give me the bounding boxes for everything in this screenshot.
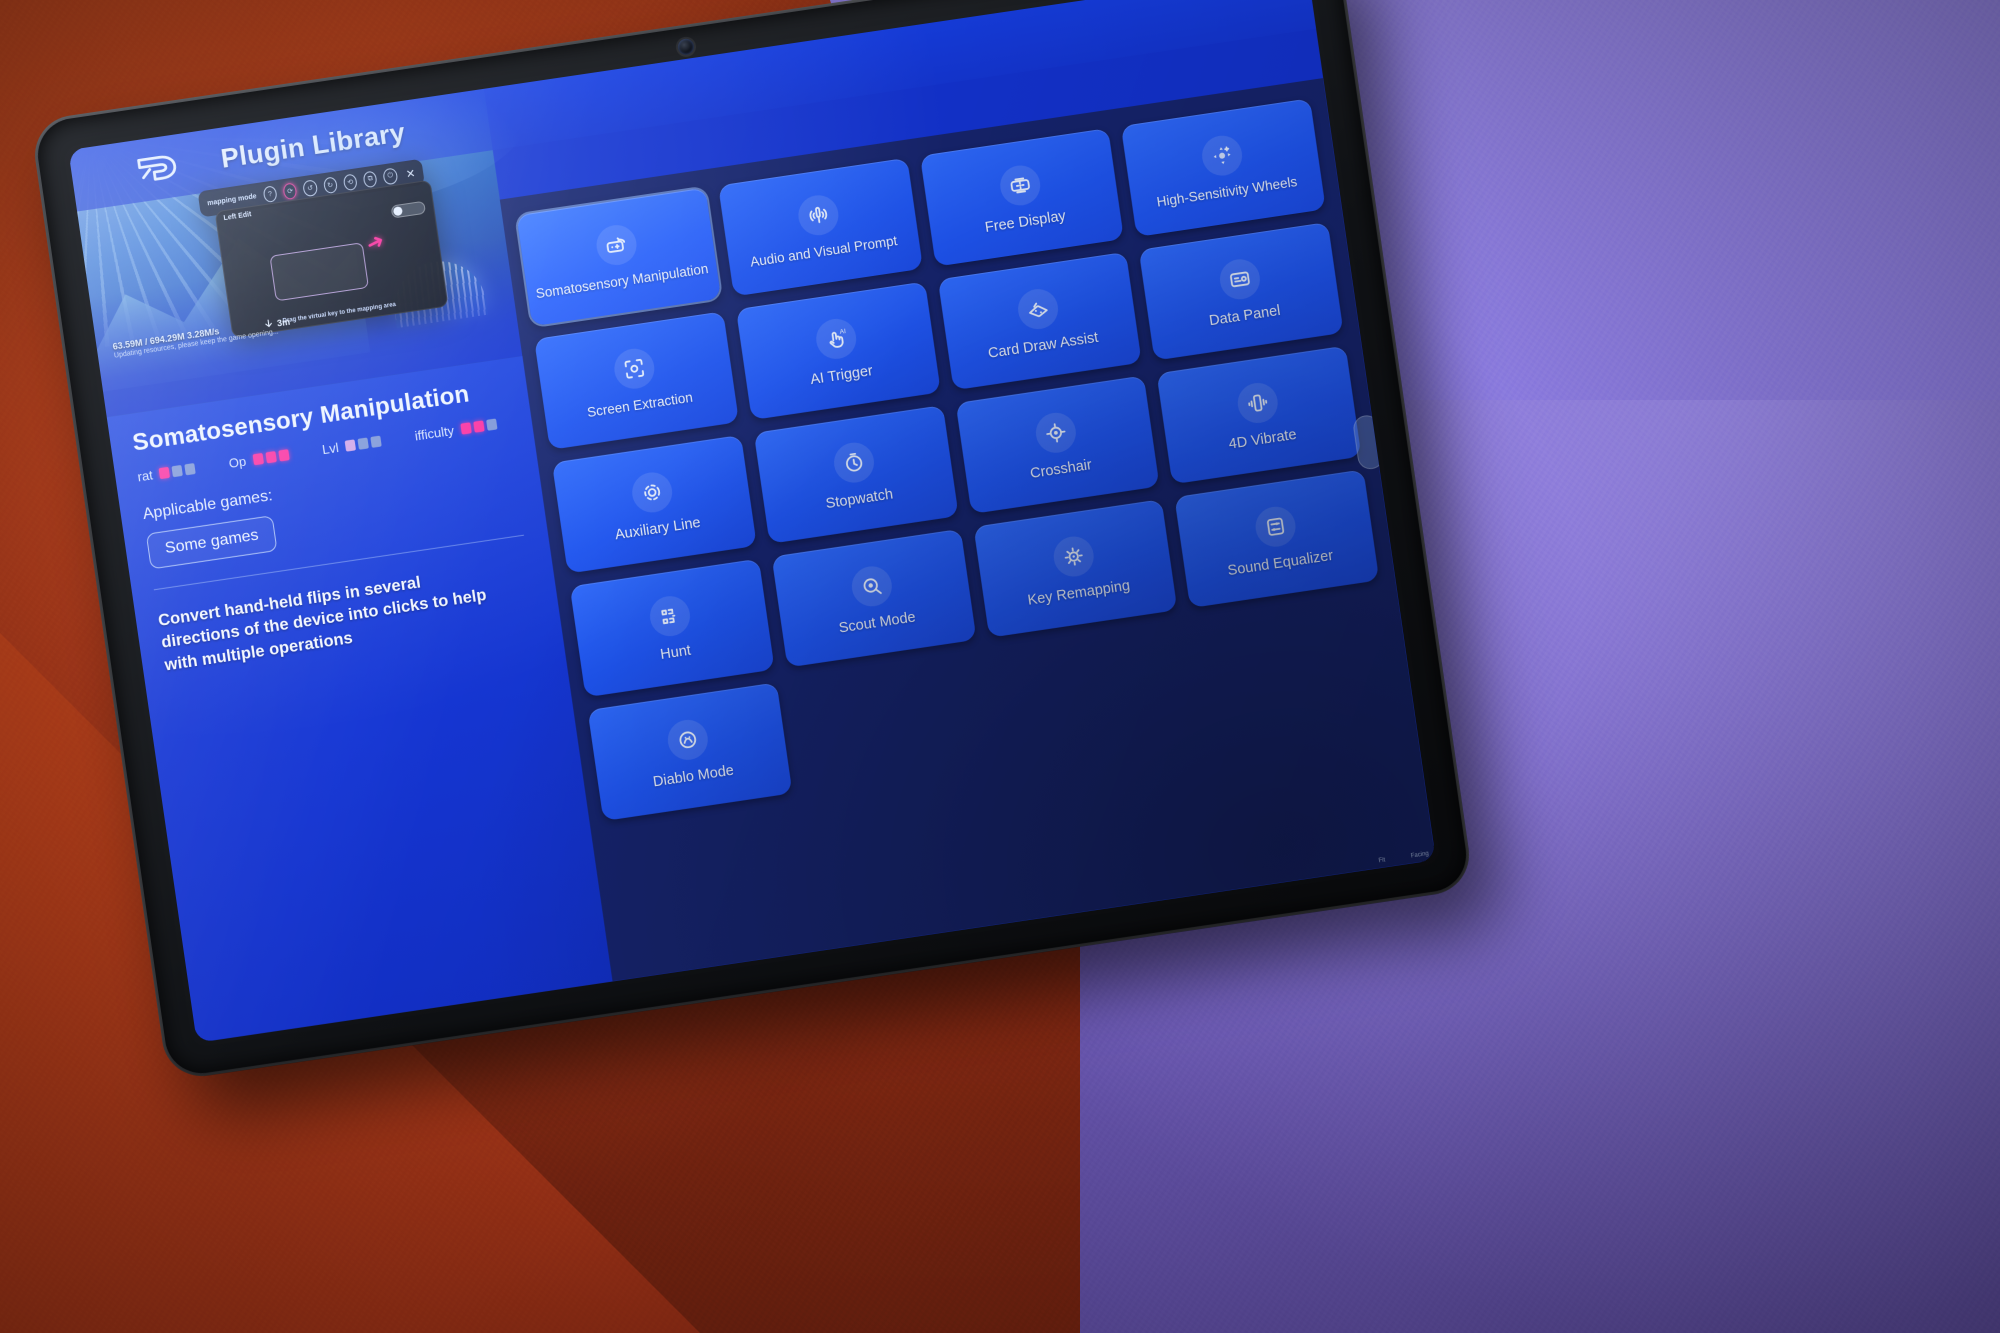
hunt-icon [647,592,693,639]
stat-label-1: Op [227,453,248,471]
redo-icon[interactable]: ↻ [322,176,338,195]
preview-toggle-switch[interactable] [390,200,427,219]
plugin-tile-label: Free Display [983,207,1067,236]
stat-label-0: rat [136,467,154,485]
audio-visual-icon [795,192,842,238]
plugin-tile-free-display[interactable]: Free Display [919,127,1125,267]
close-icon[interactable]: ✕ [405,166,416,180]
plugin-tile-label: High-Sensitivity Wheels [1155,174,1299,210]
rotate-icon[interactable]: ⟳ [282,182,298,201]
plugin-tile-label: Screen Extraction [586,389,694,421]
somatosensor-icon [594,222,640,268]
plugin-tile-label: AI Trigger [809,362,874,388]
stat-pips-1 [252,449,290,466]
plugin-tile-label: Somatosensory Manipulation [534,260,710,302]
plugin-tile-label: Scout Mode [837,608,917,637]
high-sensitivity-wheels-icon [1199,132,1245,179]
plugin-tile-label: Stopwatch [824,485,894,512]
plugin-tile-4d-vibrate[interactable]: 4D Vibrate [1156,345,1362,485]
crosshair-icon [1033,409,1079,456]
download-arrow-icon [265,319,272,328]
stat-label-3: ifficulty [413,422,455,444]
plugin-tile-label: Data Panel [1208,302,1282,329]
plugin-tile-label: Hunt [659,642,692,663]
stat-lvl: Lvl [321,434,382,458]
stat-difficulty: ifficulty [413,417,498,444]
diablo-mode-icon [665,716,711,763]
data-panel-icon [1216,256,1263,302]
plugin-tile-label: Audio and Visual Prompt [749,233,899,270]
plugin-tile-label: Crosshair [1029,456,1093,482]
key-remapping-icon [1050,533,1097,579]
free-display-icon [997,162,1043,208]
stat-pips-2 [344,435,382,452]
plugin-grid: Somatosensory Manipulation Audio and Visu… [516,98,1397,822]
plugin-tile-label: 4D Vibrate [1227,426,1298,453]
plugin-tile-stopwatch[interactable]: Stopwatch [753,405,959,544]
preview-panel-title: Left Edit [223,211,252,223]
plugin-tile-data-panel[interactable]: Data Panel [1138,221,1344,361]
plugin-tile-audio-and-visual-prompt[interactable]: Audio and Visual Prompt [717,157,923,297]
game-turbo-logo-icon[interactable] [127,144,188,192]
ai-trigger-icon: AI [813,315,859,362]
tablet-device: 63.59M / 694.29M 3.28M/s Updating resour… [29,0,1475,1082]
preview-toolbar-title: mapping mode [206,192,258,207]
tablet-body: 63.59M / 694.29M 3.28M/s Updating resour… [29,0,1475,1082]
plugin-tile-screen-extraction[interactable]: Screen Extraction [534,311,739,450]
stat-op: Op [228,447,290,471]
refresh-icon[interactable]: ⟲ [342,173,359,192]
plugin-tile-somatosensory-manipulation[interactable]: Somatosensory Manipulation [516,187,721,327]
plugin-detail-panel: Somatosensory Manipulation rat Op Lvl if… [106,355,613,1043]
svg-text:AI: AI [839,327,846,335]
plugin-tile-label: Auxiliary Line [613,514,702,543]
drag-arrow-icon: ➜ [362,228,389,257]
download-eta-label: 3m [276,316,291,328]
vibrate-icon [1234,379,1280,426]
plugin-tile-label: Diablo Mode [651,762,735,790]
plugin-tile-diablo-mode[interactable]: Diablo Mode [587,682,793,822]
plugin-tile-label: Sound Equalizer [1226,547,1335,579]
plugin-tile-high-sensitivity-wheels[interactable]: High-Sensitivity Wheels [1121,98,1326,237]
plugin-grid-panel: Somatosensory Manipulation Audio and Visu… [499,78,1436,982]
applicable-games-chip[interactable]: Some games [145,515,278,570]
plugin-tile-card-draw-assist[interactable]: Card Draw Assist [937,251,1143,391]
help-icon[interactable]: ? [262,185,278,204]
plugin-description: Convert hand-held flips in several direc… [157,573,488,674]
plugin-tile-auxiliary-line[interactable]: Auxiliary Line [551,434,757,574]
plugin-tile-hunt[interactable]: Hunt [569,558,775,698]
power-icon[interactable]: ⏻ [382,167,399,186]
sound-equalizer-icon [1252,503,1298,550]
plugin-tile-crosshair[interactable]: Crosshair [955,375,1160,515]
stopwatch-icon [831,439,877,485]
plugin-tile-scout-mode[interactable]: Scout Mode [771,528,977,668]
stat-rating: rat [137,461,197,484]
stat-pips-0 [158,463,196,480]
undo-icon[interactable]: ↺ [302,179,318,198]
plugin-tile-label: Key Remapping [1026,577,1131,609]
tablet-screen: 63.59M / 694.29M 3.28M/s Updating resour… [68,0,1436,1043]
plugin-tile-label: Card Draw Assist [986,329,1100,362]
plugin-tile-ai-trigger[interactable]: AI AI Trigger [735,281,941,421]
hero-mini-tab-0[interactable]: Fit [1378,857,1385,864]
card-draw-icon [1015,285,1061,332]
scout-mode-icon [849,563,895,609]
stat-label-2: Lvl [321,439,340,458]
plugin-tile-key-remapping[interactable]: Key Remapping [972,499,1178,638]
plugin-library-app: 63.59M / 694.29M 3.28M/s Updating resour… [68,0,1436,1043]
duplicate-icon[interactable]: ⧉ [362,170,379,189]
auxiliary-line-icon [629,469,676,515]
preview-drop-zone[interactable] [269,242,370,302]
stat-pips-3 [460,418,498,435]
screen-extraction-icon [612,345,658,392]
plugin-tile-sound-equalizer[interactable]: Sound Equalizer [1174,469,1380,609]
